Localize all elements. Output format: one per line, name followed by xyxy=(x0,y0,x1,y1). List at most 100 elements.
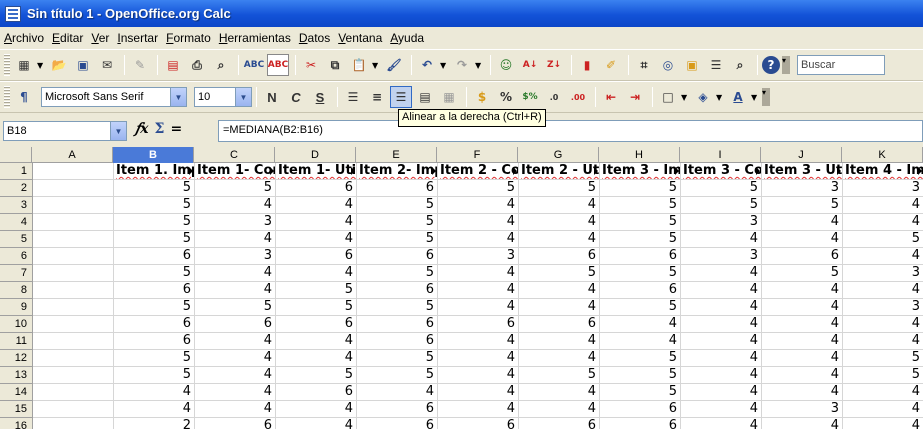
cell[interactable] xyxy=(33,384,114,400)
cell[interactable]: 4 xyxy=(438,367,519,383)
redo-dropdown-icon[interactable]: ▼ xyxy=(475,61,483,70)
cell[interactable]: 3 xyxy=(843,180,923,196)
cell[interactable]: 6 xyxy=(114,316,195,332)
cell[interactable]: 5 xyxy=(276,299,357,315)
cell[interactable]: 4 xyxy=(681,265,762,281)
email-icon[interactable]: ✉ xyxy=(96,54,118,76)
cell[interactable]: 4 xyxy=(276,265,357,281)
cell[interactable]: 5 xyxy=(114,299,195,315)
column-header-h[interactable]: H xyxy=(599,147,680,163)
export-pdf-icon[interactable]: ▤ xyxy=(162,54,184,76)
row-header[interactable]: 5 xyxy=(0,231,33,248)
cell[interactable]: 3 xyxy=(843,299,923,315)
cell[interactable]: 5 xyxy=(114,350,195,366)
cell[interactable] xyxy=(33,163,114,179)
column-header-d[interactable]: D xyxy=(275,147,356,163)
cell[interactable]: 5 xyxy=(114,197,195,213)
cell[interactable]: 5 xyxy=(357,197,438,213)
align-right-icon[interactable]: ☰ xyxy=(390,86,412,108)
cell[interactable]: 5 xyxy=(519,180,600,196)
cell[interactable]: 4 xyxy=(843,333,923,349)
cell[interactable]: 4 xyxy=(438,350,519,366)
cell[interactable]: 4 xyxy=(843,418,923,429)
cell[interactable]: 4 xyxy=(519,197,600,213)
cell[interactable]: 5 xyxy=(600,265,681,281)
cell[interactable]: 6 xyxy=(600,248,681,264)
menu-editar[interactable]: Editar xyxy=(48,31,87,45)
cell[interactable]: 4 xyxy=(114,401,195,417)
row-header[interactable]: 4 xyxy=(0,214,33,231)
merge-cells-icon[interactable]: ▦ xyxy=(438,86,460,108)
cell[interactable]: 5 xyxy=(843,367,923,383)
cell[interactable]: 4 xyxy=(762,316,843,332)
increase-indent-icon[interactable]: ⇥ xyxy=(624,86,646,108)
column-header-g[interactable]: G xyxy=(518,147,599,163)
zoom-icon[interactable]: ⌕ xyxy=(729,54,751,76)
cell[interactable]: 4 xyxy=(438,333,519,349)
cell[interactable]: 6 xyxy=(600,401,681,417)
cell[interactable]: 4 xyxy=(195,401,276,417)
row-header[interactable]: 11 xyxy=(0,333,33,350)
print-icon[interactable]: ⎙ xyxy=(186,54,208,76)
cell[interactable]: 6 xyxy=(438,316,519,332)
cell[interactable]: 5 xyxy=(600,384,681,400)
cell[interactable]: 6 xyxy=(357,282,438,298)
menu-ayuda[interactable]: Ayuda xyxy=(386,31,428,45)
cell[interactable]: 4 xyxy=(681,333,762,349)
bold-button[interactable]: N xyxy=(261,86,283,108)
cell[interactable]: 4 xyxy=(195,384,276,400)
cell[interactable]: 4 xyxy=(276,214,357,230)
cell[interactable]: 3 xyxy=(843,265,923,281)
cell[interactable]: 4 xyxy=(519,333,600,349)
menu-ver[interactable]: Ver xyxy=(87,31,113,45)
cell[interactable]: 5 xyxy=(600,214,681,230)
function-wizard-icon[interactable]: 𝑓x xyxy=(135,121,149,137)
column-header-f[interactable]: F xyxy=(437,147,518,163)
cell[interactable]: 4 xyxy=(681,350,762,366)
cell[interactable]: 4 xyxy=(681,401,762,417)
column-header-j[interactable]: J xyxy=(761,147,842,163)
cut-icon[interactable]: ✂ xyxy=(300,54,322,76)
cell[interactable]: 5 xyxy=(114,231,195,247)
function-icon[interactable]: = xyxy=(170,121,182,137)
cell[interactable]: 4 xyxy=(519,282,600,298)
chevron-down-icon[interactable]: ▼ xyxy=(110,122,126,140)
menu-formato[interactable]: Formato xyxy=(162,31,215,45)
cell[interactable]: 4 xyxy=(276,197,357,213)
cell[interactable]: 6 xyxy=(357,418,438,429)
cell[interactable]: 4 xyxy=(195,265,276,281)
cell[interactable]: 4 xyxy=(519,401,600,417)
toolbar-overflow-icon[interactable]: ▾ xyxy=(762,88,770,106)
cell[interactable]: 4 xyxy=(519,231,600,247)
cell[interactable]: 5 xyxy=(357,265,438,281)
cell[interactable]: 6 xyxy=(357,248,438,264)
column-header-a[interactable]: A xyxy=(32,147,113,163)
sort-ascending-icon[interactable]: A↓ xyxy=(519,54,541,76)
cell[interactable]: 4 xyxy=(195,333,276,349)
save-icon[interactable]: ▣ xyxy=(72,54,94,76)
cell[interactable] xyxy=(33,231,114,247)
cell[interactable]: 6 xyxy=(357,333,438,349)
row-header[interactable]: 14 xyxy=(0,384,33,401)
cell[interactable]: 4 xyxy=(195,197,276,213)
cell[interactable]: 5 xyxy=(600,299,681,315)
font-size-select[interactable]: 10 ▼ xyxy=(194,87,252,107)
navigator-icon[interactable]: ◎ xyxy=(657,54,679,76)
cell[interactable] xyxy=(33,316,114,332)
row-header[interactable]: 6 xyxy=(0,248,33,265)
cell[interactable]: 3 xyxy=(438,248,519,264)
cell[interactable]: 5 xyxy=(114,367,195,383)
cell[interactable] xyxy=(33,197,114,213)
cell[interactable]: 5 xyxy=(762,197,843,213)
cell[interactable]: 4 xyxy=(114,384,195,400)
cell[interactable]: 3 xyxy=(762,401,843,417)
align-center-icon[interactable]: ≡ xyxy=(366,86,388,108)
cell[interactable]: 6 xyxy=(276,180,357,196)
cell[interactable]: 5 xyxy=(600,231,681,247)
styles-formatting-icon[interactable]: ¶ xyxy=(13,86,35,108)
cell[interactable]: 6 xyxy=(114,248,195,264)
cell[interactable]: 5 xyxy=(114,180,195,196)
cell[interactable]: 5 xyxy=(681,180,762,196)
open-icon[interactable]: 📂 xyxy=(48,54,70,76)
cell[interactable]: 6 xyxy=(519,316,600,332)
